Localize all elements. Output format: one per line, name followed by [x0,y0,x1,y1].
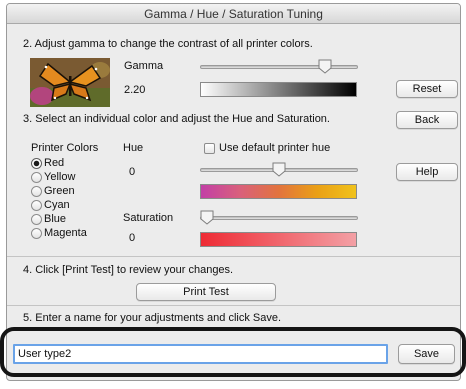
gamma-value: 2.20 [124,84,146,96]
radio-icon[interactable] [31,186,42,197]
saturation-slider-thumb-icon[interactable] [200,210,214,225]
gamma-preview-bar [200,82,357,97]
saturation-gradient-bar [200,232,357,247]
radio-icon[interactable] [31,228,42,239]
hue-label: Hue [123,142,144,154]
use-default-hue-checkbox[interactable] [204,143,215,154]
reset-button[interactable]: Reset [396,80,458,98]
color-option-label: Green [44,185,75,197]
use-default-hue-label: Use default printer hue [219,142,331,154]
back-button[interactable]: Back [396,111,458,129]
save-button[interactable]: Save [398,344,455,364]
print-test-button[interactable]: Print Test [136,283,276,301]
color-option-label: Red [44,157,65,169]
radio-icon[interactable] [31,200,42,211]
divider [7,305,460,306]
adjustment-name-input[interactable] [13,344,388,364]
color-option-label: Magenta [44,227,87,239]
color-option-label: Blue [44,213,67,225]
saturation-value: 0 [129,232,136,244]
color-option-label: Cyan [44,199,70,211]
divider [7,256,460,257]
gamma-slider-thumb-icon[interactable] [318,59,332,74]
tuning-window: Gamma / Hue / Saturation Tuning 2. Adjus… [6,3,461,381]
window-title: Gamma / Hue / Saturation Tuning [7,4,460,24]
gamma-label: Gamma [124,60,164,72]
step3-instruction: 3. Select an individual color and adjust… [23,113,330,125]
printer-colors-radio-group: Red Yellow Green Cyan Blue Magenta [31,157,111,248]
radio-icon[interactable] [31,172,42,183]
color-option-label: Yellow [44,171,76,183]
radio-selected-icon[interactable] [31,158,42,169]
help-button[interactable]: Help [396,163,458,181]
gamma-slider[interactable] [200,65,358,69]
saturation-slider[interactable] [200,216,358,220]
hue-slider-thumb-icon[interactable] [272,162,286,177]
butterfly-photo-icon [30,58,110,107]
hue-gradient-bar [200,184,357,199]
step5-instruction: 5. Enter a name for your adjustments and… [23,312,282,324]
printer-colors-label: Printer Colors [31,142,99,154]
radio-icon[interactable] [31,214,42,225]
hue-value: 0 [129,166,136,178]
saturation-label: Saturation [123,212,174,224]
step4-instruction: 4. Click [Print Test] to review your cha… [23,264,234,276]
step2-instruction: 2. Adjust gamma to change the contrast o… [23,38,313,50]
